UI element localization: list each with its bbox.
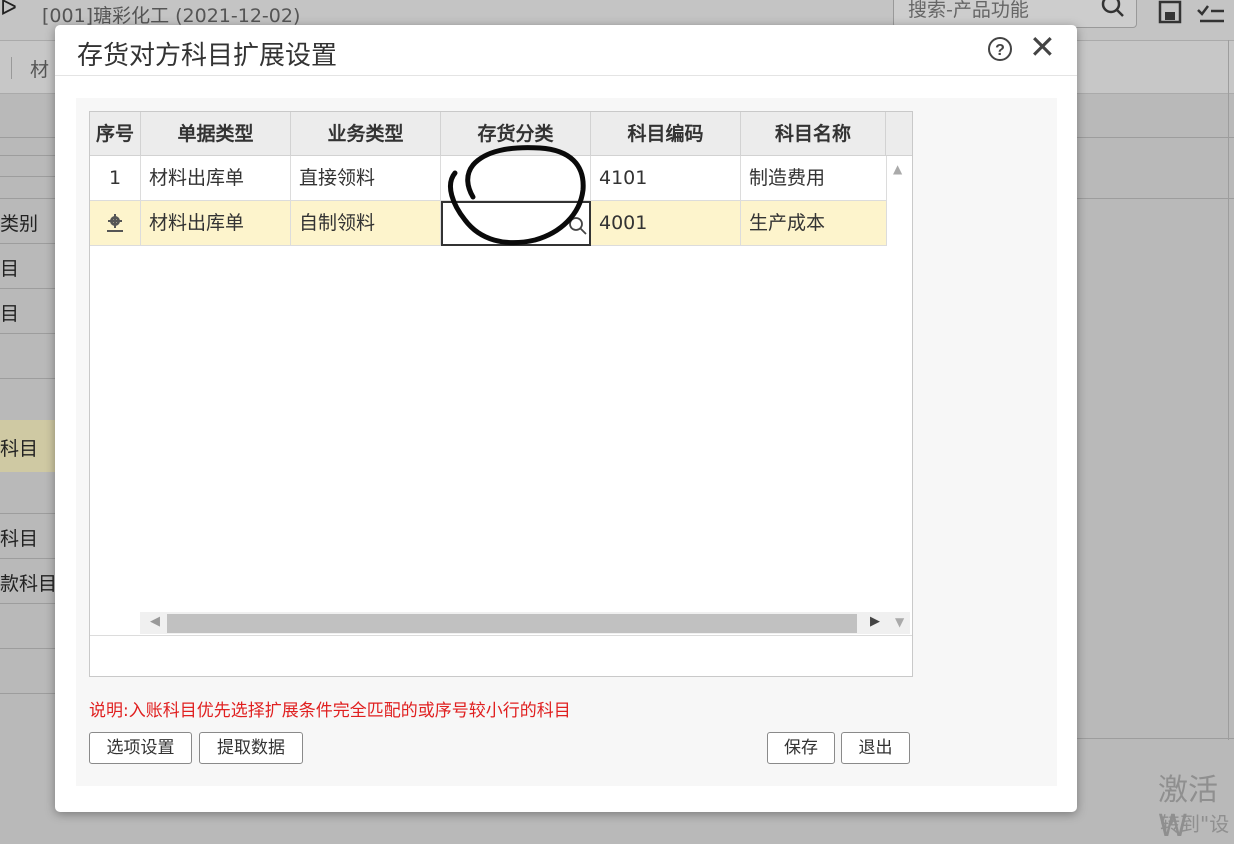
- cell-seq[interactable]: [90, 201, 141, 246]
- bg-divider: [0, 648, 60, 649]
- col-header-account-name[interactable]: 科目名称: [741, 112, 886, 156]
- table-row[interactable]: 1 材料出库单 直接领料 4101 制造费用: [90, 156, 887, 201]
- save-icon[interactable]: [1158, 0, 1182, 24]
- scroll-left-arrow[interactable]: ◀: [150, 614, 160, 629]
- help-icon[interactable]: ?: [987, 36, 1013, 62]
- close-icon[interactable]: ✕: [1029, 31, 1056, 63]
- bg-divider: [0, 176, 60, 177]
- cell-account-name[interactable]: 制造费用: [741, 156, 887, 201]
- options-button[interactable]: 选项设置: [89, 732, 192, 764]
- dialog-title: 存货对方科目扩展设置: [77, 41, 338, 71]
- bg-divider: [0, 137, 60, 138]
- col-header-doc-type[interactable]: 单据类型: [141, 112, 291, 156]
- dialog-body: 序号 单据类型 业务类型 存货分类 科目编码 科目名称 1 材料出库单 直接领料…: [76, 98, 1057, 786]
- horizontal-scrollbar[interactable]: ◀ ▶ ▼: [140, 612, 910, 634]
- bg-divider: [0, 513, 60, 514]
- col-header-account-code[interactable]: 科目编码: [591, 112, 741, 156]
- bg-list-item: 目: [0, 258, 20, 280]
- bg-divider: [1076, 738, 1234, 739]
- dialog: 存货对方科目扩展设置 ? ✕ 序号 单据类型 业务类型 存货分类 科目编码 科目…: [55, 25, 1077, 812]
- grid-header: 序号 单据类型 业务类型 存货分类 科目编码 科目名称: [90, 112, 912, 156]
- save-button[interactable]: 保存: [767, 732, 835, 764]
- scroll-thumb[interactable]: [167, 614, 857, 633]
- cell-account-name[interactable]: 生产成本: [741, 201, 887, 246]
- cell-doc-type[interactable]: 材料出库单: [141, 156, 291, 201]
- row-settings-icon[interactable]: [104, 213, 126, 233]
- bg-divider: [0, 288, 60, 289]
- grid-footer-divider: [90, 635, 912, 636]
- scroll-up-arrow[interactable]: ▲: [893, 162, 902, 176]
- cell-biz-type[interactable]: 自制领料: [291, 201, 441, 246]
- bg-divider: [1228, 40, 1229, 740]
- cell-inv-class[interactable]: [441, 156, 591, 201]
- bg-list-item: 科目: [0, 438, 39, 460]
- scroll-down-arrow[interactable]: ▼: [895, 615, 904, 629]
- bg-divider: [0, 333, 60, 334]
- exit-button[interactable]: 退出: [841, 732, 910, 764]
- scroll-right-arrow[interactable]: ▶: [870, 614, 880, 629]
- app-search-placeholder: 搜索-产品功能: [908, 0, 1029, 21]
- bg-list-item: 目: [0, 303, 20, 325]
- col-header-scroll-corner: [886, 112, 912, 156]
- bg-divider: [0, 155, 60, 156]
- cell-biz-type[interactable]: 直接领料: [291, 156, 441, 201]
- app-title: [001]瑭彩化工 (2021-12-02): [42, 5, 301, 27]
- bg-list-item: 科目: [0, 528, 39, 550]
- bg-divider: [0, 693, 60, 694]
- fetch-data-button[interactable]: 提取数据: [199, 732, 303, 764]
- bg-divider: [1076, 137, 1234, 138]
- tab-material[interactable]: 材: [30, 55, 49, 82]
- app-search-input[interactable]: 搜索-产品功能: [893, 0, 1137, 28]
- checklist-icon[interactable]: [1196, 2, 1226, 26]
- bg-list-item: 款科目: [0, 573, 58, 595]
- cell-account-code[interactable]: 4101: [591, 156, 741, 201]
- bg-divider: [0, 603, 60, 604]
- col-header-biz-type[interactable]: 业务类型: [291, 112, 441, 156]
- col-header-inv-class[interactable]: 存货分类: [441, 112, 591, 156]
- cell-doc-type[interactable]: 材料出库单: [141, 201, 291, 246]
- cell-inv-class-editor[interactable]: [441, 201, 591, 246]
- cell-account-code[interactable]: 4001: [591, 201, 741, 246]
- col-header-seq[interactable]: 序号: [90, 112, 141, 156]
- bg-divider: [0, 558, 60, 559]
- app-logo-icon: ᐅ: [0, 0, 17, 21]
- bg-list-item: 类别: [0, 213, 39, 235]
- svg-text:?: ?: [995, 42, 1005, 59]
- bg-divider: [0, 243, 60, 244]
- cell-seq: 1: [90, 156, 141, 201]
- bg-divider: [0, 378, 60, 379]
- dialog-header-divider: [55, 75, 1077, 76]
- account-grid: 序号 单据类型 业务类型 存货分类 科目编码 科目名称 1 材料出库单 直接领料…: [89, 111, 913, 677]
- search-icon[interactable]: [1100, 0, 1126, 19]
- lookup-search-icon[interactable]: [568, 216, 588, 236]
- note-text: 说明:入账科目优先选择扩展条件完全匹配的或序号较小行的科目: [89, 701, 571, 721]
- tab-separator: [11, 57, 12, 79]
- activation-watermark-sub: 转到"设: [1160, 812, 1230, 836]
- table-row[interactable]: 材料出库单 自制领料 4001 生产成本: [90, 201, 887, 246]
